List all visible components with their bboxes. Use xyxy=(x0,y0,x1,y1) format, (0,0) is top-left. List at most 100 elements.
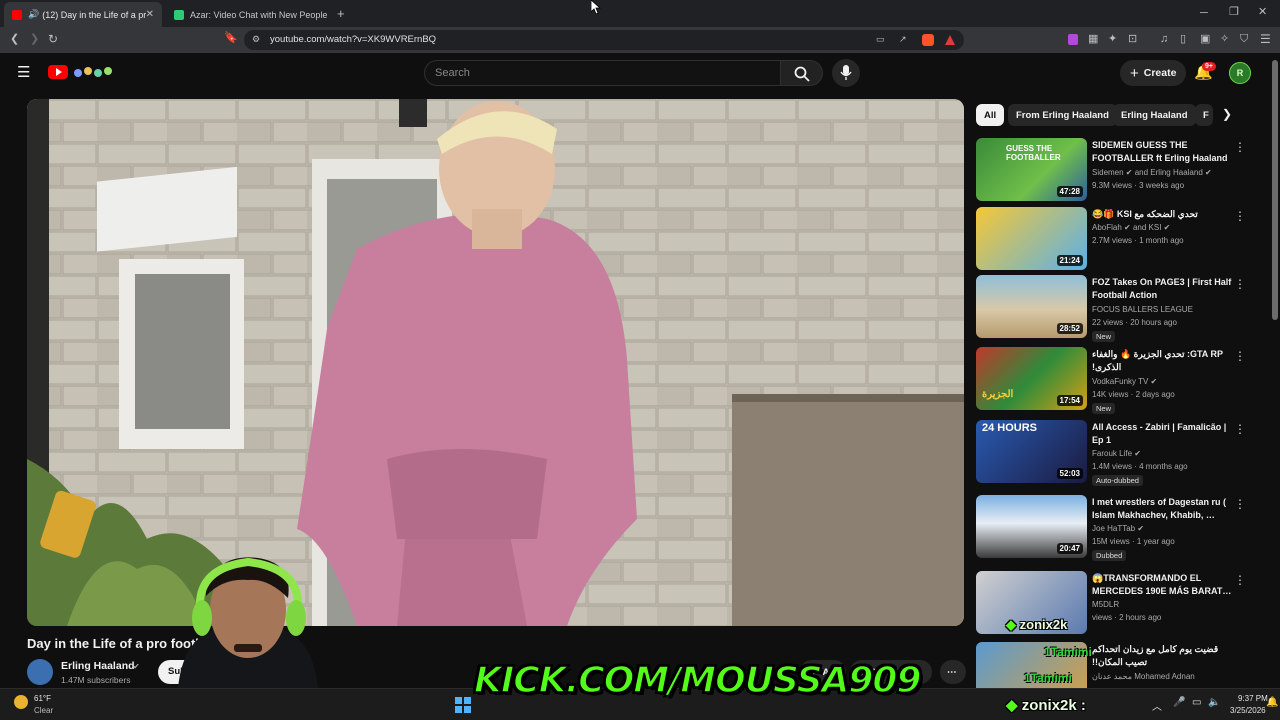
more-actions-button[interactable]: ⋯ xyxy=(940,660,966,684)
tab-youtube[interactable]: 🔊 (12) Day in the Life of a pro f… ✕ xyxy=(4,2,162,27)
site-info-icon[interactable]: ⚙ xyxy=(252,35,260,44)
clock-time[interactable]: 9:37 PM xyxy=(1238,694,1268,703)
brave-shield-icon[interactable] xyxy=(922,34,934,46)
recommendation-channel[interactable]: M5DLR xyxy=(1092,600,1119,609)
account-avatar[interactable]: R xyxy=(1229,62,1251,84)
recommendation-item[interactable]: 21:24 😂🎁 KSI تحدي الضحكه مع AboFlah ✔ an… xyxy=(976,207,1266,273)
mic-tray-icon[interactable]: 🎤 xyxy=(1173,697,1185,708)
recommendation-channel[interactable]: Joe HaTTab ✔ xyxy=(1092,524,1144,533)
recommendation-title[interactable]: 😱TRANSFORMANDO EL MERCEDES 190E MÁS BARA… xyxy=(1092,572,1240,598)
video-thumbnail[interactable]: 21:24 xyxy=(976,207,1087,270)
recommendation-channel[interactable]: Sidemen ✔ and Erling Haaland ✔ xyxy=(1092,168,1212,177)
channel-label: Farouk Life xyxy=(1092,449,1133,458)
media-icon[interactable]: ♫ xyxy=(1160,34,1168,45)
more-vert-icon[interactable]: ⋮ xyxy=(1234,497,1246,511)
windows-start-icon[interactable] xyxy=(455,697,471,713)
more-vert-icon[interactable]: ⋮ xyxy=(1234,573,1246,587)
network-icon[interactable]: ▭ xyxy=(1192,697,1201,708)
channel-name[interactable]: Erling Haaland xyxy=(61,660,135,672)
recommendation-title[interactable]: I met wrestlers of Dagestan ru ( Islam M… xyxy=(1092,496,1240,522)
youtube-doodle-logo[interactable] xyxy=(72,65,116,79)
tray-chevron-icon[interactable]: ︿ xyxy=(1152,698,1162,713)
recommendation-channel[interactable]: Farouk Life ✔ xyxy=(1092,449,1141,458)
chip-from-channel[interactable]: From Erling Haaland xyxy=(1008,104,1117,126)
chip-all[interactable]: All xyxy=(976,104,1005,126)
new-tab-icon[interactable]: + xyxy=(337,7,345,20)
voice-search-button[interactable] xyxy=(832,59,860,87)
search-input[interactable]: Search xyxy=(424,60,781,86)
address-bar[interactable]: ⚙ youtube.com/watch?v=XK9WVRErnBQ ▭ ↗ xyxy=(244,30,964,50)
reload-icon[interactable]: ↻ xyxy=(48,33,58,45)
chat-username: zonix2k xyxy=(1019,617,1068,632)
vpn-shield-icon[interactable]: ⛉ xyxy=(1240,34,1248,45)
cast-icon[interactable]: ▭ xyxy=(876,35,885,44)
chip-more[interactable]: F xyxy=(1195,104,1213,126)
recommendation-item[interactable]: GUESS THE FOOTBALLER 47:28 SIDEMEN GUESS… xyxy=(976,138,1266,204)
recommendation-channel[interactable]: محمد عدنان Mohamed Adnan xyxy=(1092,672,1195,681)
chat-overlay-zonix-big: ◆ zonix2k : xyxy=(1006,696,1086,714)
subscriber-count: 1.47M subscribers xyxy=(61,675,131,685)
video-thumbnail[interactable]: الجزيرة 17:54 xyxy=(976,347,1087,410)
search-placeholder: Search xyxy=(435,67,470,79)
share-icon[interactable]: ↗ xyxy=(899,35,907,44)
recommendation-title[interactable]: All Access - Zabiri | Famalicão | Ep 1 xyxy=(1092,421,1240,447)
channel-suffix: and KSI xyxy=(1132,223,1162,232)
video-thumbnail[interactable]: GUESS THE FOOTBALLER 47:28 xyxy=(976,138,1087,201)
more-vert-icon[interactable]: ⋮ xyxy=(1234,349,1246,363)
video-thumbnail[interactable]: 20:47 xyxy=(976,495,1087,558)
youtube-logo-icon[interactable] xyxy=(48,65,68,79)
chips-next-chevron-icon[interactable]: ❯ xyxy=(1222,107,1232,121)
extensions-icon[interactable]: ✦ xyxy=(1108,34,1117,45)
video-thumbnail[interactable]: 24 HOURS 52:03 xyxy=(976,420,1087,483)
recommendation-channel[interactable]: VodkaFunky TV ✔ xyxy=(1092,377,1157,386)
recommendation-channel[interactable]: FOCUS BALLERS LEAGUE xyxy=(1092,305,1193,314)
recommendation-title[interactable]: SIDEMEN GUESS THE FOOTBALLER ft Erling H… xyxy=(1092,139,1240,165)
recommendation-title[interactable]: GTA RP: تحدي الجزيرة 🔥 والغفاء الذكرى! xyxy=(1092,348,1240,374)
wallet-icon[interactable]: ▣ xyxy=(1200,34,1210,45)
tab-azar[interactable]: Azar: Video Chat with New People xyxy=(166,2,336,27)
guide-menu-icon[interactable]: ☰ xyxy=(17,65,30,80)
volume-icon[interactable]: 🔈 xyxy=(1208,697,1220,708)
microphone-icon xyxy=(840,65,852,80)
recommendation-title[interactable]: قضيت يوم كامل مع زيدان اتحداكم تصيب المك… xyxy=(1092,643,1240,669)
brave-rewards-icon[interactable] xyxy=(945,35,955,45)
extension-qr-icon[interactable]: ▦ xyxy=(1088,34,1098,45)
recommendation-title[interactable]: 😂🎁 KSI تحدي الضحكه مع xyxy=(1092,208,1240,221)
weather-temp[interactable]: 61°F xyxy=(34,694,51,703)
recommendation-meta: 22 views · 20 hours ago xyxy=(1092,318,1177,327)
more-vert-icon[interactable]: ⋮ xyxy=(1234,209,1246,223)
more-vert-icon[interactable]: ⋮ xyxy=(1234,140,1246,154)
channel-avatar[interactable] xyxy=(27,659,53,685)
screenshot-icon[interactable]: ⊡ xyxy=(1128,34,1137,45)
forward-icon[interactable]: ❯ xyxy=(30,34,39,45)
close-tab-icon[interactable]: ✕ xyxy=(146,9,154,20)
leo-ai-icon[interactable]: ✧ xyxy=(1220,34,1229,45)
recommendation-item[interactable]: 24 HOURS 52:03 All Access - Zabiri | Fam… xyxy=(976,420,1266,486)
back-icon[interactable]: ❮ xyxy=(10,34,19,45)
recommendation-title[interactable]: FOZ Takes On PAGE3 | First Half Football… xyxy=(1092,276,1240,302)
more-vert-icon[interactable]: ⋮ xyxy=(1234,422,1246,436)
notification-center-icon[interactable]: 🔔 xyxy=(1266,697,1278,708)
menu-icon[interactable]: ☰ xyxy=(1260,33,1271,45)
more-vert-icon[interactable]: ⋮ xyxy=(1234,277,1246,291)
recommendation-item[interactable]: الجزيرة 17:54 GTA RP: تحدي الجزيرة 🔥 وال… xyxy=(976,347,1266,414)
video-thumbnail[interactable]: 28:52 xyxy=(976,275,1087,338)
minimize-icon[interactable]: ─ xyxy=(1200,8,1208,19)
recommendation-item[interactable]: قضيت يوم كامل مع زيدان اتحداكم تصيب المك… xyxy=(976,642,1266,688)
video-player[interactable] xyxy=(27,99,964,626)
recommendation-meta: views · 2 hours ago xyxy=(1092,613,1162,622)
search-button[interactable] xyxy=(781,60,823,86)
recommendation-channel[interactable]: AboFlah ✔ and KSI ✔ xyxy=(1092,223,1170,232)
close-window-icon[interactable]: ✕ xyxy=(1258,7,1267,18)
sidebar-icon[interactable]: ▯ xyxy=(1180,34,1186,45)
create-button[interactable]: + Create xyxy=(1120,60,1187,86)
page-scrollbar[interactable] xyxy=(1272,60,1278,320)
extension-vpn-icon[interactable] xyxy=(1068,34,1078,45)
channel-label: Sidemen xyxy=(1092,168,1124,177)
recommendation-item[interactable]: 20:47 I met wrestlers of Dagestan ru ( I… xyxy=(976,495,1266,561)
bookmark-icon[interactable]: 🔖 xyxy=(224,33,238,44)
recommendation-item[interactable]: 28:52 FOZ Takes On PAGE3 | First Half Fo… xyxy=(976,275,1266,342)
restore-icon[interactable]: ❐ xyxy=(1229,7,1239,18)
chip-erling-haaland[interactable]: Erling Haaland xyxy=(1113,104,1196,126)
video-duration: 47:28 xyxy=(1056,186,1083,197)
